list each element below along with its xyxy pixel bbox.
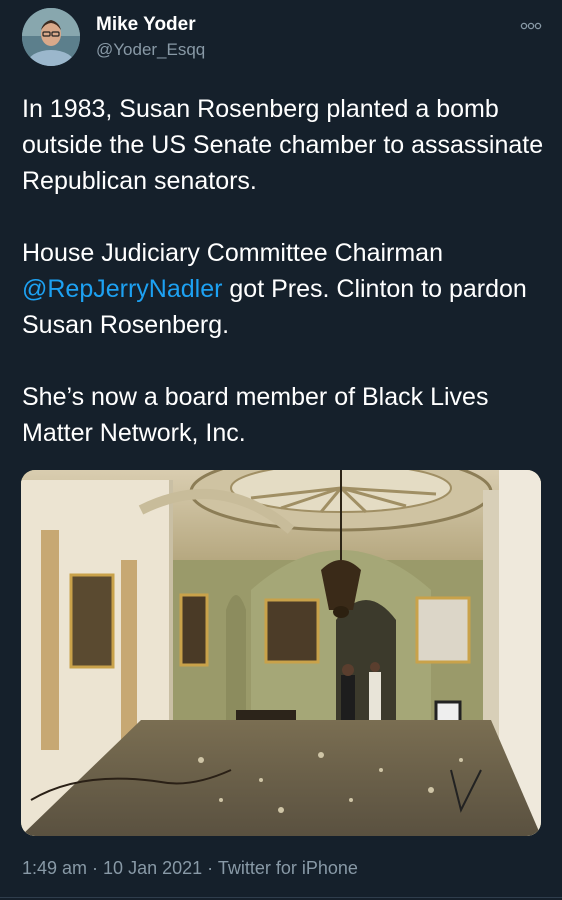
paragraph-2-lead: House Judiciary Committee Chairman [22,239,443,267]
tweet-metadata: 1:49 am · 10 Jan 2021 · Twitter for iPho… [22,858,358,879]
avatar-image [22,8,80,66]
separator: · [202,858,218,878]
tweet-paragraph-3: She’s now a board member of Black Lives … [22,383,489,447]
senate-corridor-photo [21,470,541,836]
tweet-text: In 1983, Susan Rosenberg planted a bomb … [22,91,547,451]
mention-link[interactable]: @RepJerryNadler [22,275,222,303]
more-options-icon[interactable] [520,18,542,30]
separator: · [87,858,104,878]
author-avatar[interactable] [22,8,80,66]
tweet-paragraph-1: In 1983, Susan Rosenberg planted a bomb … [22,95,544,195]
tweet-source[interactable]: Twitter for iPhone [218,858,358,878]
author-name[interactable]: Mike Yoder [96,14,196,36]
tweet-photo[interactable] [21,470,541,836]
tweet-date[interactable]: 10 Jan 2021 [103,858,202,878]
tweet-paragraph-2: House Judiciary Committee Chairman @RepJe… [22,235,547,343]
author-handle[interactable]: @Yoder_Esqq [96,40,205,60]
divider [0,897,562,898]
tweet-time[interactable]: 1:49 am [22,858,87,878]
